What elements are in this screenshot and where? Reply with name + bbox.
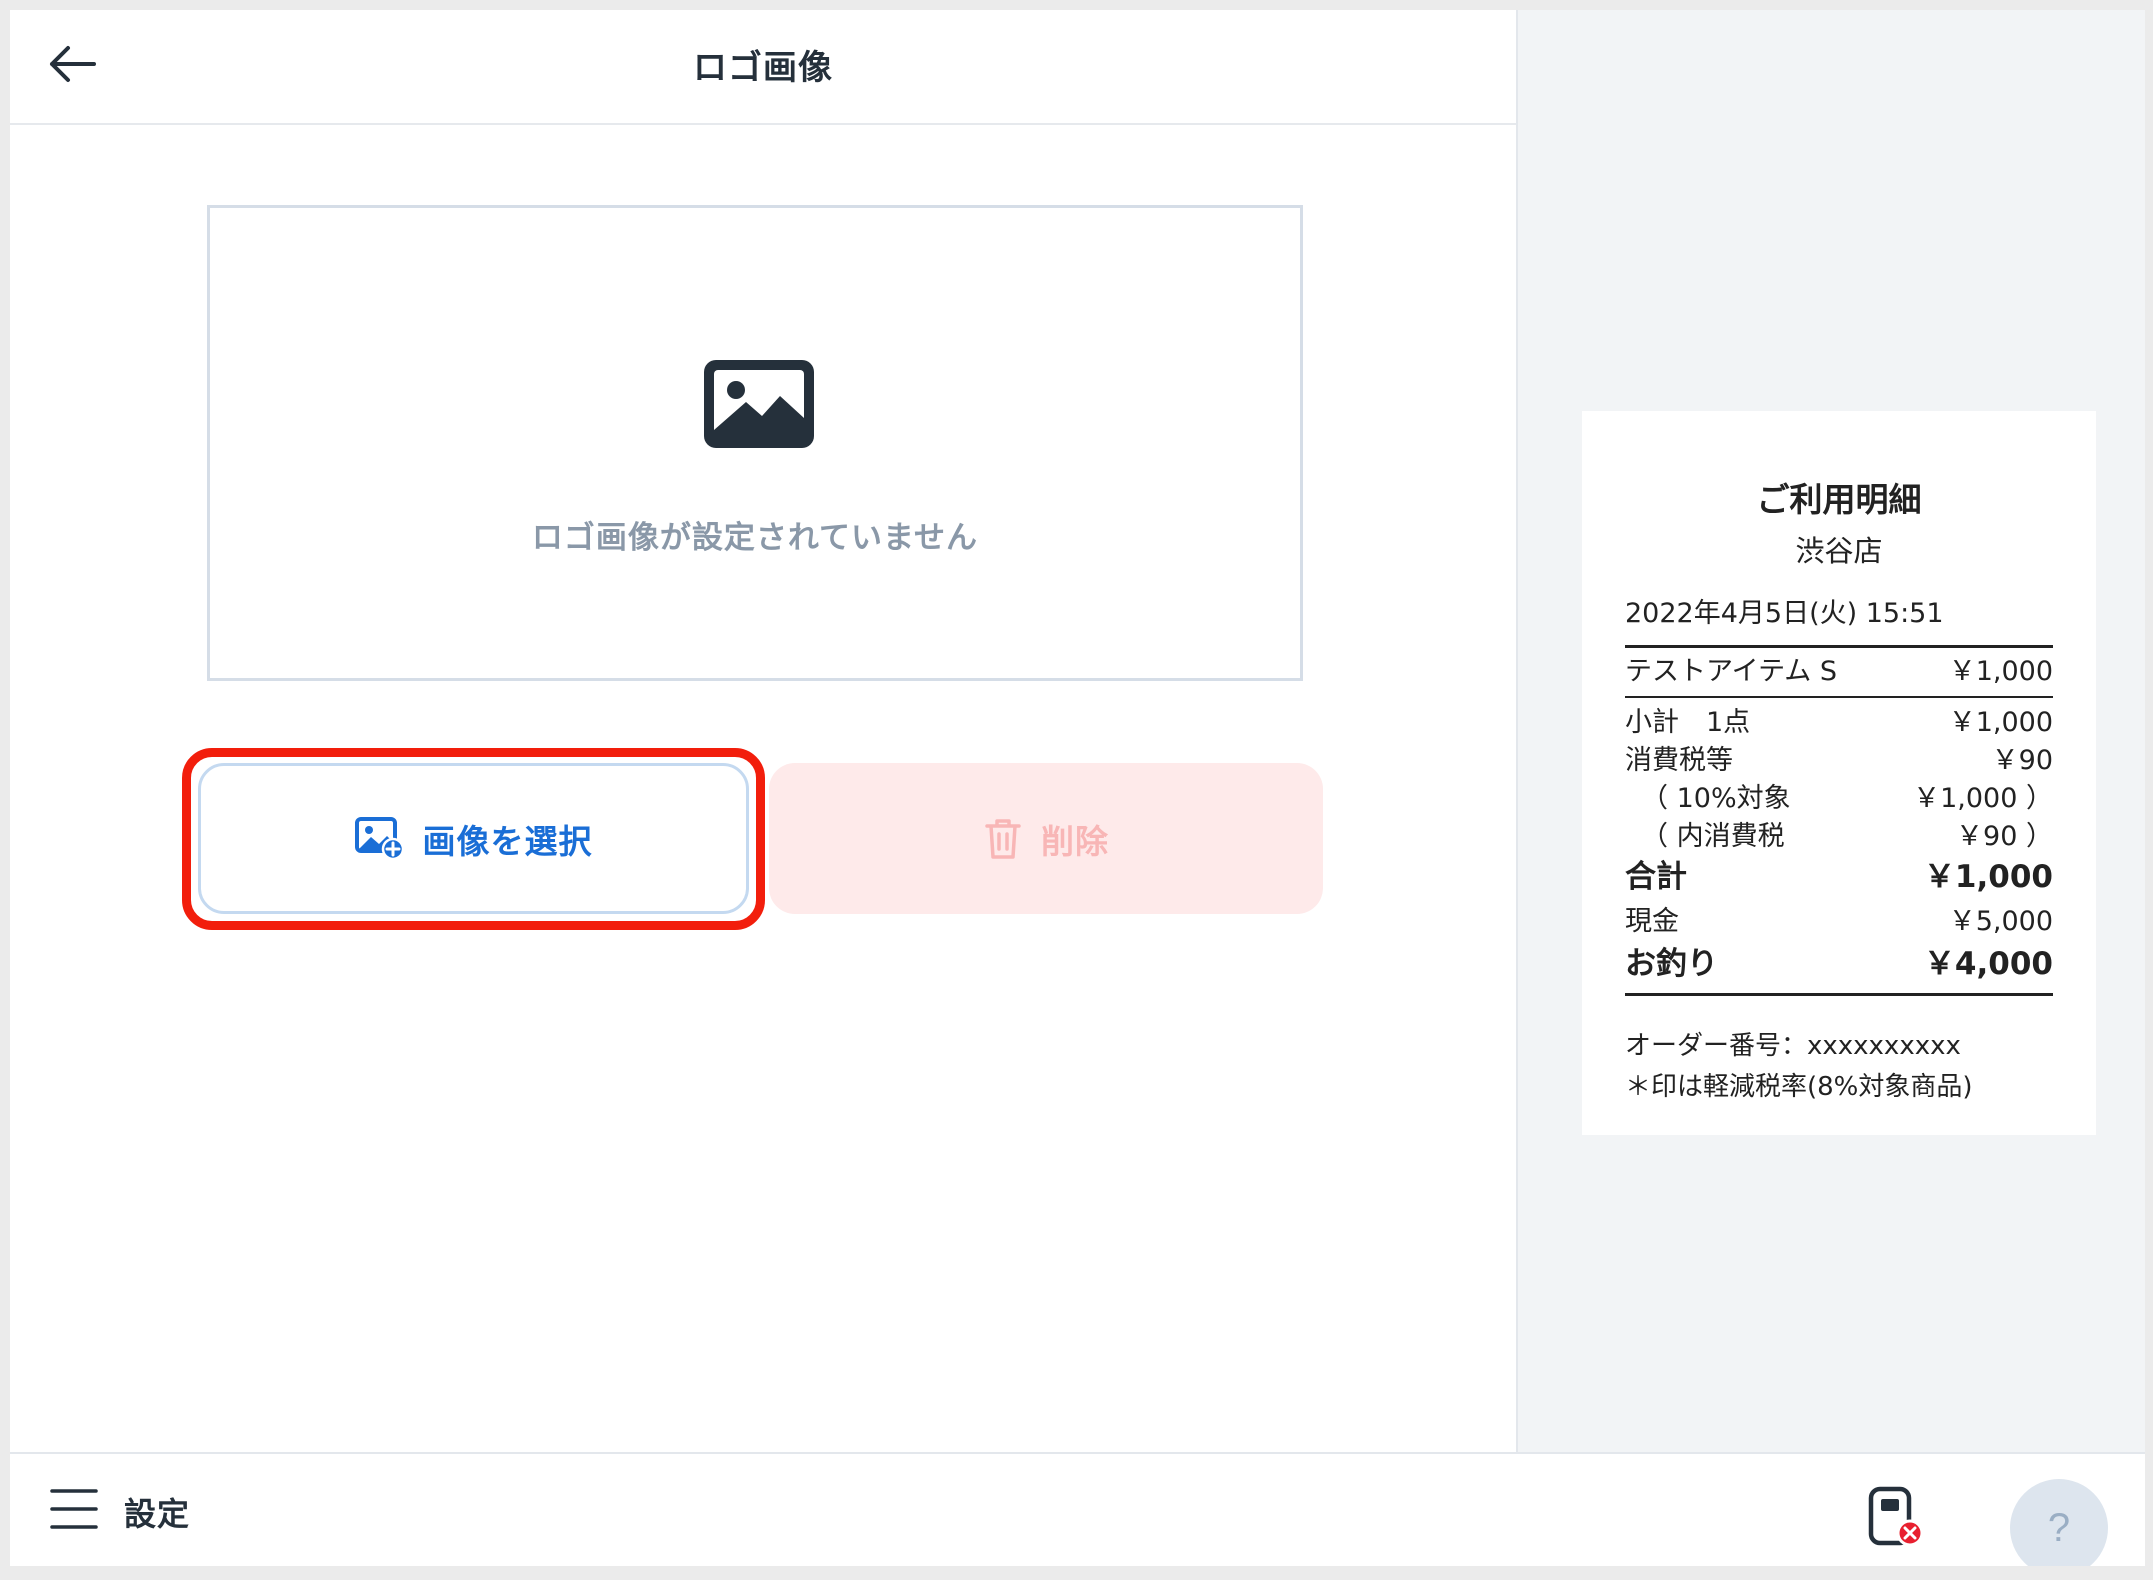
receipt-tax-target-value: ￥1,000 ） (1913, 783, 2053, 814)
help-icon: ? (2047, 1505, 2071, 1550)
receipt-tax-target-label: （ 10%対象 (1641, 783, 1791, 814)
receipt-total-label: 合計 (1625, 859, 1687, 895)
select-image-label: 画像を選択 (422, 821, 593, 861)
receipt-cash-row: 現金 ￥5,000 (1625, 905, 2053, 939)
receipt-rule (1625, 696, 2053, 698)
receipt-tax-inner-row: （ 内消費税 ￥90 ） (1625, 820, 2053, 854)
receipt-item-price: ￥1,000 (1948, 656, 2053, 687)
image-icon (704, 360, 814, 448)
receipt-cash-label: 現金 (1625, 906, 1679, 937)
app-frame: ロゴ画像 ロゴ画像が設定されていません 画像を選択 削除 ご利用明細 渋谷店 2… (10, 10, 2145, 1566)
receipt-rule (1625, 645, 2053, 648)
receipt-tax-inner-label: （ 内消費税 (1641, 821, 1785, 852)
receipt-reduced-tax-note: ＊印は軽減税率(8%対象商品) (1625, 1072, 1973, 1102)
trash-icon (985, 818, 1021, 859)
delete-image-label: 削除 (1041, 821, 1109, 861)
select-image-button[interactable]: 画像を選択 (198, 763, 749, 914)
receipt-cash-value: ￥5,000 (1948, 906, 2053, 937)
receipt-preview-pane: ご利用明細 渋谷店 2022年4月5日(火) 15:51 テストアイテム S ￥… (1518, 10, 2145, 1452)
receipt-tax-value: ￥90 (1991, 745, 2053, 776)
receipt-subtotal-value: ￥1,000 (1948, 707, 2053, 738)
receipt-title: ご利用明細 (1756, 480, 1922, 519)
receipt-tax-inner-value: ￥90 ） (1956, 821, 2053, 852)
help-button[interactable]: ? (2010, 1479, 2108, 1566)
receipt-total-value: ￥1,000 (1923, 859, 2053, 895)
settings-menu-label[interactable]: 設定 (124, 1489, 190, 1535)
logo-settings-pane: ロゴ画像 ロゴ画像が設定されていません 画像を選択 削除 (10, 10, 1518, 1452)
receipt-subtotal-row: 小計 1点 ￥1,000 (1625, 706, 2053, 740)
printer-disconnected-icon[interactable] (1868, 1486, 1924, 1548)
add-image-icon (354, 816, 404, 860)
empty-logo-message: ロゴ画像が設定されていません (531, 520, 979, 556)
receipt-change-row: お釣り ￥4,000 (1625, 947, 2053, 981)
receipt-tax-row: 消費税等 ￥90 (1625, 744, 2053, 778)
delete-image-button[interactable]: 削除 (769, 763, 1323, 914)
receipt-subtotal-label: 小計 1点 (1625, 707, 1751, 738)
receipt-total-row: 合計 ￥1,000 (1625, 860, 2053, 894)
receipt-order-number: オーダー番号：xxxxxxxxxx (1625, 1031, 1961, 1061)
page-title: ロゴ画像 (693, 48, 833, 88)
receipt-change-value: ￥4,000 (1923, 946, 2053, 982)
receipt-datetime: 2022年4月5日(火) 15:51 (1625, 598, 1944, 629)
page-header: ロゴ画像 (10, 10, 1516, 125)
bottom-bar: 設定 ? (10, 1452, 2145, 1566)
receipt-tax-label: 消費税等 (1625, 745, 1733, 776)
receipt-rule (1625, 993, 2053, 996)
logo-preview-area: ロゴ画像が設定されていません (207, 205, 1303, 681)
receipt-preview: ご利用明細 渋谷店 2022年4月5日(火) 15:51 テストアイテム S ￥… (1582, 411, 2096, 1135)
receipt-store-name: 渋谷店 (1795, 534, 1883, 568)
receipt-item-row: テストアイテム S ￥1,000 (1625, 655, 2053, 689)
receipt-tax-target-row: （ 10%対象 ￥1,000 ） (1625, 782, 2053, 816)
hamburger-menu-icon[interactable] (50, 1487, 98, 1531)
receipt-change-label: お釣り (1625, 946, 1718, 982)
receipt-item-name: テストアイテム S (1625, 656, 1838, 687)
